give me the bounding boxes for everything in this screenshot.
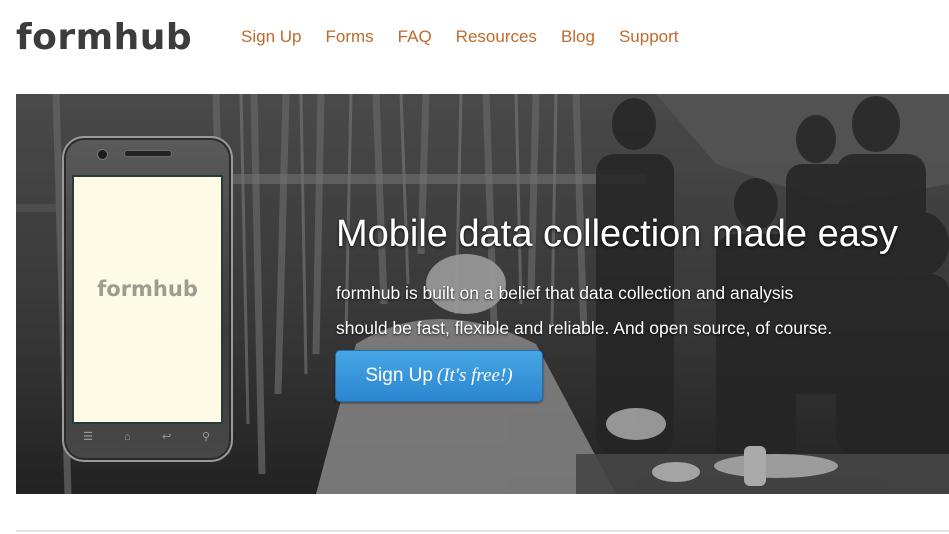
phone-mockup: formhub ☰ ⌂ ↩ ⚲ <box>62 136 233 462</box>
hero-description: formhub is built on a belief that data c… <box>336 276 936 346</box>
nav-link-forms[interactable]: Forms <box>325 26 373 48</box>
main-nav: Sign Up Forms FAQ Resources Blog Support <box>241 26 703 48</box>
sign-up-button-label: Sign Up <box>365 365 433 386</box>
site-logo[interactable]: formhub <box>16 14 192 62</box>
nav-link-support[interactable]: Support <box>619 26 679 48</box>
nav-link-faq[interactable]: FAQ <box>398 26 432 48</box>
site-header: formhub Sign Up Forms FAQ Resources Blog… <box>0 0 949 94</box>
back-icon: ↩ <box>162 431 172 443</box>
phone-buttons: ☰ ⌂ ↩ ⚲ <box>78 430 216 444</box>
phone-screen-logo: formhub <box>97 277 198 301</box>
nav-link-sign-up[interactable]: Sign Up <box>241 26 301 48</box>
hero-description-line-2: should be fast, flexible and reliable. A… <box>336 318 833 338</box>
section-divider <box>16 530 949 532</box>
hero-banner: formhub ☰ ⌂ ↩ ⚲ Mobile data collection m… <box>16 94 949 494</box>
speaker-icon <box>124 150 172 157</box>
hero-title: Mobile data collection made easy <box>336 213 898 255</box>
hero-description-line-1: formhub is built on a belief that data c… <box>336 283 794 303</box>
search-icon: ⚲ <box>201 431 211 443</box>
sign-up-button-free-note: (It's free!) <box>436 365 513 386</box>
nav-link-resources[interactable]: Resources <box>456 26 537 48</box>
menu-icon: ☰ <box>83 431 93 443</box>
page: formhub Sign Up Forms FAQ Resources Blog… <box>0 0 949 534</box>
sign-up-button[interactable]: Sign Up (It's free!) <box>335 350 543 402</box>
camera-icon <box>97 149 108 160</box>
home-icon: ⌂ <box>124 431 131 443</box>
phone-screen: formhub <box>72 175 223 424</box>
nav-link-blog[interactable]: Blog <box>561 26 595 48</box>
